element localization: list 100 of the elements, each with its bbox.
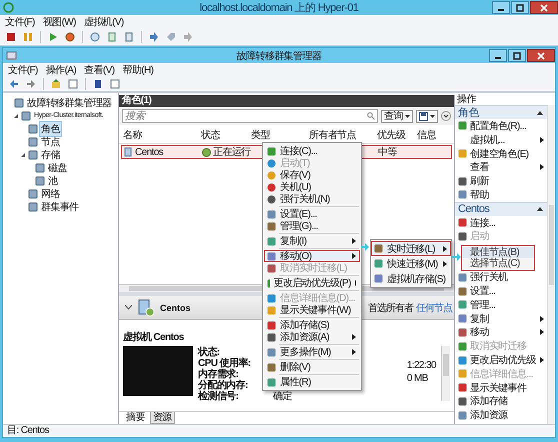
menu-item[interactable]: 连接(C)...	[264, 145, 360, 157]
field-label: 检测信号:	[198, 390, 238, 402]
minimize-button[interactable]	[489, 49, 507, 62]
panel-icon[interactable]	[68, 79, 78, 89]
play-icon[interactable]	[48, 32, 58, 42]
action-item[interactable]: 虚拟机...	[455, 132, 547, 147]
menu-item[interactable]: 帮助(H)	[122, 63, 154, 77]
action-item[interactable]: 连接...	[455, 216, 547, 230]
menu-item[interactable]: 删除(V)	[264, 361, 360, 373]
menu-item[interactable]: 文件(F)	[5, 14, 35, 28]
action-item[interactable]: 显示关键事件	[455, 380, 547, 395]
circle-icon[interactable]	[65, 32, 75, 42]
section-header[interactable]: 角色	[455, 105, 547, 119]
tree-item[interactable]: 池	[47, 174, 58, 188]
action-item[interactable]: 添加存储	[455, 394, 547, 408]
menu-item[interactable]: 复制(I)	[264, 235, 360, 247]
menu-item[interactable]: 移动(O)	[264, 250, 360, 262]
vertical-scrollbar[interactable]	[441, 346, 450, 401]
menu-item[interactable]: 设置(E)...	[264, 208, 360, 220]
menu-item[interactable]: 更改启动优先级(P)	[264, 277, 360, 289]
tree-item[interactable]: 磁盘	[47, 160, 68, 174]
action-item[interactable]: 管理...	[455, 298, 547, 312]
close-icon	[537, 52, 545, 60]
tree-item[interactable]: 网络	[40, 186, 61, 200]
query-button[interactable]: 查询	[381, 110, 413, 122]
column-header[interactable]: 信息	[417, 128, 445, 142]
vertical-scrollbar[interactable]	[547, 105, 555, 424]
tree-item[interactable]: 角色	[40, 122, 61, 136]
action-item[interactable]: 刷新	[455, 174, 547, 188]
minimize-button[interactable]	[492, 1, 510, 14]
tree-node-icon	[28, 150, 38, 160]
menu-item[interactable]: 添加资源(A)	[264, 331, 360, 343]
menu-item[interactable]: 保存(V)	[264, 169, 360, 181]
action-item[interactable]: 配置角色(R)...	[455, 119, 547, 133]
action-item[interactable]: 更改启动优先级	[455, 353, 547, 367]
collapse-arrow-icon[interactable]	[537, 110, 543, 114]
section-header[interactable]: Centos	[455, 202, 547, 216]
action-item[interactable]: 添加资源	[455, 408, 547, 422]
menu-item[interactable]: 实时迁移(L)	[371, 241, 451, 256]
tree-item[interactable]: 故障转移群集管理器	[26, 96, 113, 110]
collapse-arrow-icon[interactable]	[537, 207, 543, 212]
menu-item[interactable]: 虚拟机存储(S)	[371, 271, 451, 286]
column-header[interactable]: 所有者节点	[309, 128, 377, 142]
table-cell-text: 正在运行	[213, 146, 251, 159]
menu-item[interactable]: 强行关机(N)	[264, 193, 360, 205]
expand-chevron-icon[interactable]	[441, 111, 451, 121]
collapse-arrow-icon[interactable]	[20, 152, 26, 158]
tree-item[interactable]: 节点	[40, 134, 61, 148]
menu-item[interactable]: 虚拟机(V)	[84, 14, 124, 28]
maximize-button[interactable]	[511, 1, 529, 14]
save-query-button[interactable]	[416, 110, 438, 122]
table-cell-text: 中等	[378, 146, 397, 159]
clock-icon[interactable]	[90, 32, 100, 42]
menu-item[interactable]: 快速迁移(M)	[371, 256, 451, 271]
tree-node-icon	[28, 136, 38, 146]
app-icon	[3, 2, 14, 13]
column-header[interactable]: 状态	[201, 128, 251, 142]
action-item[interactable]: 复制	[455, 312, 547, 326]
menu-item[interactable]: 查看(V)	[84, 63, 114, 77]
close-button[interactable]	[530, 1, 558, 14]
preferred-owner-link[interactable]: 任何节点	[416, 300, 452, 314]
search-field[interactable]: 搜索	[122, 109, 378, 123]
tab[interactable]: 资源	[150, 412, 175, 424]
close-button[interactable]	[527, 49, 555, 62]
back-arrow-icon[interactable]	[9, 79, 19, 89]
menu-item[interactable]: 添加存储(S)	[264, 319, 360, 331]
menu-item[interactable]: 选择节点(C)	[462, 258, 534, 269]
close-icon	[540, 4, 548, 12]
arrow-icon[interactable]	[149, 32, 159, 42]
action-item[interactable]: 创建空角色(E)	[455, 146, 547, 160]
menu-item[interactable]: 视图(W)	[42, 14, 76, 28]
tree-item[interactable]: 群集事件	[40, 200, 80, 214]
menu-item[interactable]: 操作(A)	[46, 63, 76, 77]
menu-item[interactable]: 显示关键事件(W)	[264, 304, 360, 316]
column-header[interactable]: 类型	[251, 128, 309, 142]
circle-icon	[267, 158, 276, 168]
action-item[interactable]: 移动	[455, 326, 547, 340]
panel-icon[interactable]	[110, 79, 120, 89]
action-item[interactable]: 帮助	[455, 188, 547, 202]
action-item[interactable]: 强行关机	[455, 270, 547, 284]
forward-arrow-icon[interactable]	[26, 79, 36, 89]
menu-item[interactable]: 更多操作(M)	[264, 346, 360, 358]
menu-item[interactable]: 属性(R)	[264, 376, 360, 388]
collapse-chevron-icon[interactable]	[125, 305, 132, 310]
column-header[interactable]: 名称	[123, 128, 201, 142]
tree-item[interactable]: 存储	[40, 148, 61, 162]
column-header[interactable]: 优先级	[377, 128, 417, 142]
tree-node-icon	[28, 188, 38, 198]
menu-item[interactable]: 文件(F)	[8, 63, 38, 77]
action-item[interactable]: 查看	[455, 160, 547, 174]
action-item[interactable]: 设置...	[455, 284, 547, 298]
collapse-arrow-icon[interactable]	[13, 112, 19, 118]
menu-item[interactable]: 管理(G)...	[264, 220, 360, 232]
tab[interactable]: 摘要	[123, 412, 148, 424]
menu-item[interactable]: 最佳节点(B)	[462, 247, 534, 258]
stop-icon[interactable]	[6, 32, 16, 42]
folder-up-icon[interactable]	[51, 79, 61, 89]
maximize-button[interactable]	[508, 49, 526, 62]
help-icon[interactable]	[93, 79, 103, 89]
menu-item[interactable]: 关机(U)	[264, 181, 360, 193]
